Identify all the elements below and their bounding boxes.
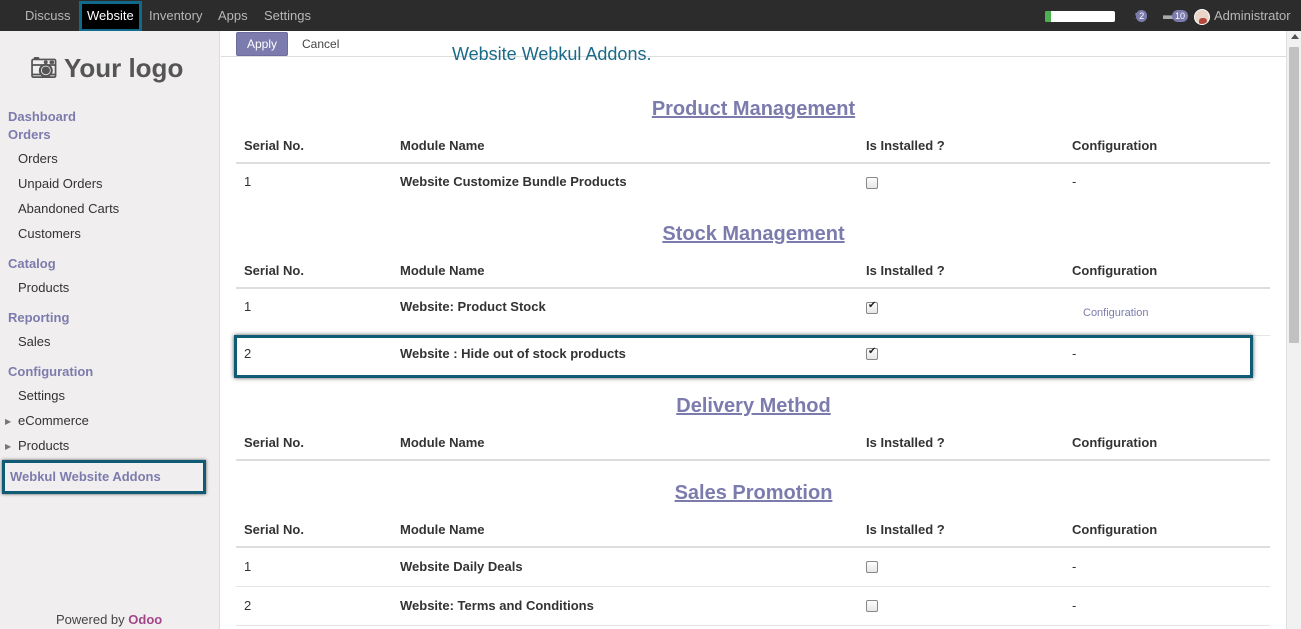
installed-checkbox[interactable] [866, 561, 878, 573]
vertical-scrollbar[interactable] [1286, 31, 1301, 629]
caret-right-icon: ▶ [5, 417, 12, 426]
apply-button[interactable]: Apply [236, 32, 288, 56]
configuration-link[interactable]: Configuration [1083, 307, 1148, 319]
message-count-badge: 10 [1172, 9, 1189, 22]
row-configuration: - [1072, 346, 1077, 361]
row-serial: 1 [244, 559, 252, 574]
app-menu-settings[interactable]: Settings [264, 8, 311, 23]
powered-by-label: Powered by [56, 612, 125, 627]
sidebar-item-customers[interactable]: Customers [18, 226, 81, 241]
top-navbar: Discuss Website Inventory Apps Settings … [0, 0, 1301, 32]
section-title-delivery-method: Delivery Method [676, 395, 831, 417]
sidebar-item-ecommerce[interactable]: eCommerce [18, 413, 89, 428]
user-menu[interactable]: Administrator [1194, 8, 1291, 25]
installed-checkbox[interactable] [866, 300, 878, 314]
sidebar-section-reporting[interactable]: Reporting [8, 310, 69, 325]
scroll-up-arrow-icon[interactable] [1291, 34, 1299, 39]
row-module-name: Website Daily Deals [400, 559, 523, 574]
app-menu-apps[interactable]: Apps [218, 8, 248, 23]
header-divider [236, 459, 1270, 461]
main-content: Apply Cancel Website Webkul Addons. Prod… [221, 31, 1286, 629]
sidebar-section-dashboard[interactable]: Dashboard [8, 109, 76, 124]
onboarding-progress-bar[interactable] [1045, 11, 1115, 22]
row-configuration: - [1072, 174, 1077, 189]
column-header-module: Module Name [400, 138, 485, 153]
column-header-configuration: Configuration [1072, 435, 1158, 450]
caret-right-icon: ▶ [5, 442, 12, 451]
logo-text: Your logo [63, 53, 184, 83]
row-module-name: Website: Product Stock [400, 299, 546, 314]
column-header-installed: Is Installed ? [866, 263, 945, 278]
column-header-module: Module Name [400, 522, 485, 537]
column-header-serial: Serial No. [244, 522, 304, 537]
avatar [1194, 8, 1210, 25]
column-header-configuration: Configuration [1072, 138, 1158, 153]
sidebar-section-configuration[interactable]: Configuration [8, 364, 93, 379]
sidebar-section-orders[interactable]: Orders [8, 127, 51, 142]
camera-icon: 📷︎ [30, 55, 58, 80]
scrollbar-thumb[interactable] [1289, 47, 1299, 343]
sidebar-item-orders[interactable]: Orders [18, 151, 58, 166]
header-divider [236, 162, 1270, 164]
company-logo[interactable]: 📷︎ Your logo [30, 53, 183, 93]
sidebar-item-unpaid-orders[interactable]: Unpaid Orders [18, 176, 103, 191]
header-divider [236, 546, 1270, 548]
app-menu-discuss[interactable]: Discuss [25, 8, 71, 23]
installed-checkbox[interactable] [866, 177, 878, 189]
sidebar-item-products[interactable]: Products [18, 280, 69, 295]
row-divider [236, 586, 1270, 587]
cancel-button[interactable]: Cancel [302, 37, 339, 51]
column-header-module: Module Name [400, 263, 485, 278]
row-serial: 1 [244, 174, 252, 189]
chat-count-badge: 2 [1136, 9, 1148, 22]
section-title-product-management: Product Management [651, 98, 856, 120]
column-header-serial: Serial No. [244, 263, 304, 278]
installed-checkbox[interactable] [866, 600, 878, 612]
sidebar-item-sales[interactable]: Sales [18, 334, 51, 349]
row-configuration: - [1072, 559, 1077, 574]
row-module-name: Website: Terms and Conditions [400, 598, 594, 613]
row-serial: 2 [244, 598, 252, 613]
powered-by: Powered by Odoo [56, 612, 162, 627]
column-header-serial: Serial No. [244, 435, 304, 450]
section-title-sales-promotion: Sales Promotion [674, 482, 833, 504]
column-header-configuration: Configuration [1072, 263, 1158, 278]
row-configuration: - [1072, 598, 1077, 613]
row-serial: 1 [244, 299, 252, 314]
row-module-name: Website : Hide out of stock products [400, 346, 626, 361]
highlighted-row [234, 335, 1253, 378]
column-header-installed: Is Installed ? [866, 522, 945, 537]
section-title-stock-management: Stock Management [662, 223, 845, 245]
user-name: Administrator [1214, 8, 1291, 23]
column-header-configuration: Configuration [1072, 522, 1158, 537]
row-serial: 2 [244, 346, 252, 361]
chat-indicator[interactable]: ◔2 [1132, 8, 1148, 22]
sidebar-item-abandoned-carts[interactable]: Abandoned Carts [18, 201, 119, 216]
column-header-installed: Is Installed ? [866, 138, 945, 153]
progress-fill [1045, 11, 1051, 22]
sidebar-item-settings[interactable]: Settings [18, 388, 65, 403]
row-divider [236, 625, 1270, 626]
sidebar-section-catalog[interactable]: Catalog [8, 256, 56, 271]
column-header-serial: Serial No. [244, 138, 304, 153]
header-divider [236, 287, 1270, 289]
app-menu-website[interactable]: Website [79, 1, 142, 32]
column-header-module: Module Name [400, 435, 485, 450]
page-title: Website Webkul Addons. [452, 44, 652, 64]
odoo-link[interactable]: Odoo [128, 612, 162, 627]
installed-checkbox[interactable] [866, 346, 878, 360]
app-menu-inventory[interactable]: Inventory [149, 8, 202, 23]
row-module-name: Website Customize Bundle Products [400, 174, 627, 189]
sidebar-item-config-products[interactable]: Products [18, 438, 69, 453]
control-panel: Apply Cancel [221, 31, 1286, 57]
sidebar-section-webkul-website-addons[interactable]: Webkul Website Addons [2, 460, 206, 494]
messages-indicator[interactable]: ▬10 [1163, 8, 1189, 22]
column-header-installed: Is Installed ? [866, 435, 945, 450]
sidebar: 📷︎ Your logo Dashboard Orders Orders Unpa… [0, 31, 220, 629]
